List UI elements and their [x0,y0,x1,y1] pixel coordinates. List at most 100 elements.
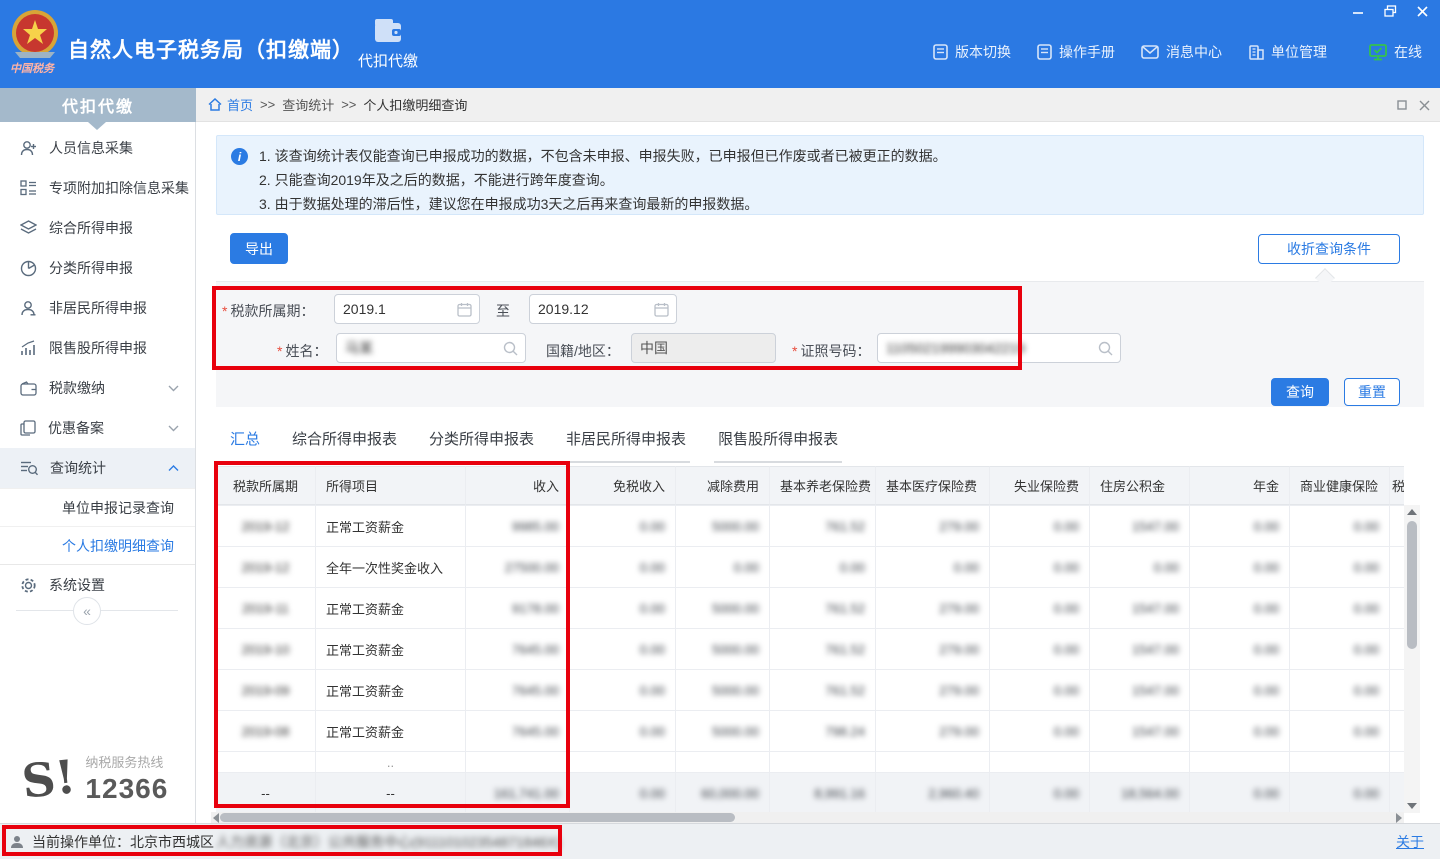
search-icon[interactable] [503,341,518,356]
cell-value: 27500.00 [505,560,559,575]
app-title: 自然人电子税务局（扣缴端） [68,34,354,64]
cell-value: 0.00 [1254,683,1279,698]
required-mark: * [277,343,282,359]
horizontal-scrollbar[interactable] [211,812,1404,823]
panel-close-icon[interactable] [1419,100,1430,111]
period-to-input[interactable]: 2019.12 [529,294,677,324]
close-icon [1417,6,1428,17]
header-menu: 版本切换 操作手册 消息中心 [933,42,1422,62]
cell-value: 0.00 [1054,601,1079,616]
total-value: 18,564.00 [1121,786,1179,801]
about-link[interactable]: 关于 [1396,832,1424,852]
minimize-button[interactable] [1350,4,1366,18]
sidebar-item-personnel-info[interactable]: 人员信息采集 [0,128,195,168]
cell-value: 0.00 [1254,519,1279,534]
cell-period: 2019-08 [242,724,290,739]
horizontal-scroll-thumb[interactable] [220,813,735,822]
scroll-left-arrow[interactable] [213,813,219,823]
export-button[interactable]: 导出 [230,233,288,264]
cell-income-item: 全年一次性奖金收入 [316,547,466,587]
cell-value: 0.00 [840,560,865,575]
name-input[interactable]: 马某 [336,333,526,363]
cell-value: 5000.00 [712,519,759,534]
close-button[interactable] [1414,4,1430,18]
sidebar-collapse-button[interactable]: « [73,597,101,625]
search-icon[interactable] [1098,341,1113,356]
search-button[interactable]: 查询 [1271,378,1329,406]
sidebar-item-classified-income[interactable]: 分类所得申报 [0,248,195,288]
sidebar-subitem-personal-withholding-detail-query[interactable]: 个人扣缴明细查询 [0,526,195,564]
cell-value: 9985.00 [512,519,559,534]
tab-nonresident-income[interactable]: 非居民所得申报表 [562,428,690,463]
window-controls [1350,4,1430,18]
scroll-down-arrow[interactable] [1407,803,1417,809]
cell-income-item: 正常工资薪金 [316,588,466,628]
cell-value: 279.00 [939,519,979,534]
total-period: -- [216,773,316,814]
sidebar-item-nonresident-income[interactable]: 非居民所得申报 [0,288,195,328]
vertical-scrollbar[interactable] [1404,505,1420,813]
sidebar-item-restricted-shares[interactable]: 限售股所得申报 [0,328,195,368]
vertical-scroll-thumb[interactable] [1407,521,1417,649]
total-value: 0.00 [1354,786,1379,801]
tab-summary[interactable]: 汇总 [226,428,264,463]
calendar-icon[interactable] [457,302,472,317]
id-number-input[interactable]: 110502199903042219 [877,333,1121,363]
panel-maximize-icon[interactable] [1397,100,1407,110]
cell-income-item: 正常工资薪金 [316,629,466,669]
menu-message-center[interactable]: 消息中心 [1141,42,1222,62]
logo-caption: 中国税务 [10,60,54,76]
sidebar-item-comprehensive-income[interactable]: 综合所得申报 [0,208,195,248]
menu-version-switch-label: 版本切换 [955,42,1011,62]
restore-button[interactable] [1382,4,1398,18]
menu-unit-management[interactable]: 单位管理 [1248,42,1327,62]
sidebar-subitem-label: 个人扣缴明细查询 [62,536,174,556]
sidebar-subitem-unit-declaration-query[interactable]: 单位申报记录查询 [0,488,195,526]
scroll-up-arrow[interactable] [1407,509,1417,515]
current-unit-label: 当前操作单位： [32,832,130,852]
panel-controls [1397,88,1430,122]
period-from-input[interactable]: 2019.1 [334,294,480,324]
tab-withholding[interactable]: 代扣代缴 [348,18,428,78]
tab-comprehensive-income[interactable]: 综合所得申报表 [288,428,401,463]
sidebar-item-special-deduction[interactable]: 专项附加扣除信息采集 [0,168,195,208]
reset-button[interactable]: 重置 [1344,378,1400,406]
menu-version-switch[interactable]: 版本切换 [933,42,1011,62]
sidebar-item-tax-payment[interactable]: 税款缴纳 [0,368,195,408]
table-row-partial: .. [216,752,1404,773]
scroll-right-arrow[interactable] [1396,813,1402,823]
name-label: *姓名： [277,341,327,361]
cell-value: 279.00 [939,601,979,616]
sidebar-item-label: 系统设置 [49,575,105,595]
app-header: 中国税务 自然人电子税务局（扣缴端） 代扣代缴 版本切换 [0,0,1440,88]
collapse-icon: « [83,603,91,619]
table-total-row: -- -- 161,741.00 0.00 60,000.00 8,991.16… [216,773,1404,815]
total-value: 0.00 [1054,786,1079,801]
document-icon [1037,44,1052,60]
sidebar-item-preference-filing[interactable]: 优惠备案 [0,408,195,448]
cell-value: 279.00 [939,683,979,698]
tab-restricted-shares[interactable]: 限售股所得申报表 [714,428,842,463]
breadcrumb-sep: >> [260,97,275,112]
cell-income-item: 正常工资薪金 [316,506,466,546]
cell-value: 0.00 [1054,724,1079,739]
total-value: 2,960.40 [928,786,979,801]
cell-value: 0.00 [1354,601,1379,616]
sidebar-item-query-statistics[interactable]: 查询统计 [0,448,195,488]
menu-manual[interactable]: 操作手册 [1037,42,1115,62]
cell-value: 0.00 [640,560,665,575]
breadcrumb-home[interactable]: 首页 [208,95,253,114]
breadcrumb-level1[interactable]: 查询统计 [282,95,334,114]
nationality-input: 中国 [631,333,776,363]
online-status[interactable]: 在线 [1369,42,1422,62]
cell-value: 0.00 [1054,642,1079,657]
cell-value: 0.00 [1354,724,1379,739]
calendar-icon[interactable] [654,302,669,317]
tab-classified-income[interactable]: 分类所得申报表 [425,428,538,463]
notice-line: 2. 只能查询2019年及之后的数据，不能进行跨年度查询。 [259,170,614,190]
hotline-label: 纳税服务热线 [85,752,168,771]
sidebar-item-system-settings[interactable]: 系统设置 [0,565,195,605]
collapse-query-button[interactable]: 收折查询条件 [1258,234,1400,264]
sidebar-item-label: 税款缴纳 [49,378,105,398]
cell-value: 7645.00 [512,683,559,698]
